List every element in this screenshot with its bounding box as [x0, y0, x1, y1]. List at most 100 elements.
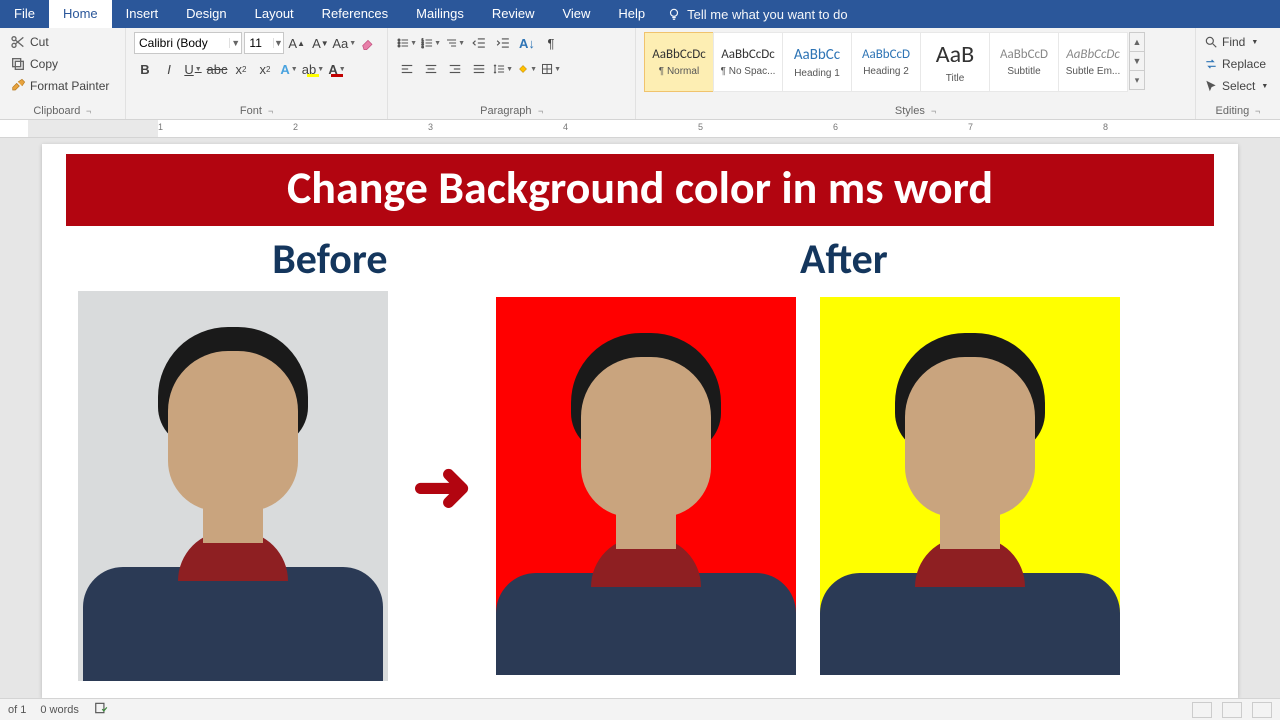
bulb-icon: [667, 7, 681, 21]
italic-button[interactable]: I: [158, 58, 180, 80]
tab-review[interactable]: Review: [478, 0, 549, 28]
change-case-button[interactable]: Aa▼: [333, 32, 355, 54]
spellcheck-icon[interactable]: [93, 701, 109, 718]
chevron-down-icon[interactable]: ▼: [229, 38, 241, 48]
tab-view[interactable]: View: [548, 0, 604, 28]
decrease-indent-button[interactable]: [468, 32, 490, 54]
shrink-font-button[interactable]: A▼: [310, 32, 332, 54]
styles-group-label: Styles: [644, 105, 1187, 119]
style-subtitle[interactable]: AaBbCcDSubtitle: [989, 32, 1059, 92]
style-gallery[interactable]: AaBbCcDc¶ NormalAaBbCcDc¶ No Spac...AaBb…: [644, 32, 1187, 92]
text-effects-button[interactable]: A▼: [278, 58, 300, 80]
read-mode-button[interactable]: [1192, 702, 1212, 718]
align-left-icon: [400, 62, 414, 76]
cut-label: Cut: [30, 35, 49, 49]
group-font: ▼ ▼ A▲ A▼ Aa▼ B I U▼ abc x2 x2: [126, 28, 388, 119]
chevron-down-icon[interactable]: ▼: [273, 38, 283, 48]
status-bar: of 1 0 words: [0, 698, 1280, 720]
borders-button[interactable]: ▼: [540, 58, 562, 80]
cut-button[interactable]: Cut: [8, 32, 111, 52]
ribbon-tabs: File Home Insert Design Layout Reference…: [0, 0, 1280, 28]
replace-icon: [1204, 57, 1218, 71]
align-left-button[interactable]: [396, 58, 418, 80]
sort-button[interactable]: A↓: [516, 32, 538, 54]
font-size-combo[interactable]: ▼: [244, 32, 283, 54]
tab-mailings[interactable]: Mailings: [402, 0, 478, 28]
align-right-button[interactable]: [444, 58, 466, 80]
bullets-button[interactable]: ▼: [396, 32, 418, 54]
style-heading-1[interactable]: AaBbCcHeading 1: [782, 32, 852, 92]
horizontal-ruler[interactable]: 12345678: [0, 120, 1280, 138]
print-layout-button[interactable]: [1222, 702, 1242, 718]
font-group-label: Font: [134, 105, 379, 119]
bold-button[interactable]: B: [134, 58, 156, 80]
image-after-yellow[interactable]: [820, 297, 1120, 675]
underline-button[interactable]: U▼: [182, 58, 204, 80]
align-center-button[interactable]: [420, 58, 442, 80]
tab-home[interactable]: Home: [49, 0, 112, 28]
font-color-button[interactable]: A▼: [326, 58, 348, 80]
increase-indent-button[interactable]: [492, 32, 514, 54]
font-size-input[interactable]: [245, 36, 273, 50]
arrow-icon: ➜: [412, 444, 472, 528]
style-scroll-btn[interactable]: ▲: [1129, 32, 1145, 52]
image-after-red[interactable]: [496, 297, 796, 675]
tab-insert[interactable]: Insert: [112, 0, 173, 28]
style-scroll-btn[interactable]: ▼: [1129, 51, 1145, 71]
title-banner: Change Background color in ms word: [66, 154, 1214, 226]
editing-group-label: Editing: [1204, 105, 1272, 119]
line-spacing-icon: [493, 62, 505, 76]
select-button[interactable]: Select▼: [1204, 76, 1272, 96]
ribbon: Cut Copy Format Painter Clipboard ▼: [0, 28, 1280, 120]
highlight-button[interactable]: ab▼: [302, 58, 324, 80]
copy-button[interactable]: Copy: [8, 54, 111, 74]
superscript-button[interactable]: x2: [254, 58, 276, 80]
font-name-combo[interactable]: ▼: [134, 32, 242, 54]
image-before[interactable]: [78, 291, 388, 681]
style-scroll-btn[interactable]: ▾: [1129, 70, 1145, 90]
group-clipboard: Cut Copy Format Painter Clipboard: [0, 28, 126, 119]
group-paragraph: ▼ 123▼ ▼ A↓ ¶ ▼ ▼ ▼ Paragraph: [388, 28, 636, 119]
format-painter-button[interactable]: Format Painter: [8, 76, 111, 96]
numbering-button[interactable]: 123▼: [420, 32, 442, 54]
style---normal[interactable]: AaBbCcDc¶ Normal: [644, 32, 714, 92]
align-center-icon: [424, 62, 438, 76]
replace-button[interactable]: Replace: [1204, 54, 1272, 74]
copy-label: Copy: [30, 57, 58, 71]
document-area[interactable]: Change Background color in ms word Befor…: [0, 138, 1280, 698]
justify-icon: [472, 62, 486, 76]
select-label: Select: [1222, 79, 1255, 93]
subscript-button[interactable]: x2: [230, 58, 252, 80]
justify-button[interactable]: [468, 58, 490, 80]
bullets-icon: [397, 36, 409, 50]
scissors-icon: [10, 34, 26, 50]
tab-file[interactable]: File: [0, 0, 49, 28]
clear-formatting-button[interactable]: [357, 32, 379, 54]
style---no-spac---[interactable]: AaBbCcDc¶ No Spac...: [713, 32, 783, 92]
paragraph-group-label: Paragraph: [396, 105, 627, 119]
multilevel-list-button[interactable]: ▼: [444, 32, 466, 54]
page-indicator[interactable]: of 1: [8, 704, 26, 716]
grow-font-button[interactable]: A▲: [286, 32, 308, 54]
web-layout-button[interactable]: [1252, 702, 1272, 718]
tab-design[interactable]: Design: [172, 0, 240, 28]
copy-icon: [10, 56, 26, 72]
tab-references[interactable]: References: [308, 0, 402, 28]
word-count[interactable]: 0 words: [40, 704, 79, 716]
style-title[interactable]: AaBTitle: [920, 32, 990, 92]
find-button[interactable]: Find▼: [1204, 32, 1272, 52]
style-subtle-em---[interactable]: AaBbCcDcSubtle Em...: [1058, 32, 1128, 92]
group-styles: AaBbCcDc¶ NormalAaBbCcDc¶ No Spac...AaBb…: [636, 28, 1196, 119]
indent-icon: [496, 36, 510, 50]
bucket-icon: [517, 62, 529, 76]
tell-me-search[interactable]: Tell me what you want to do: [667, 7, 847, 22]
style-heading-2[interactable]: AaBbCcDHeading 2: [851, 32, 921, 92]
strikethrough-button[interactable]: abc: [206, 58, 228, 80]
tab-help[interactable]: Help: [604, 0, 659, 28]
line-spacing-button[interactable]: ▼: [492, 58, 514, 80]
tab-layout[interactable]: Layout: [241, 0, 308, 28]
show-marks-button[interactable]: ¶: [540, 32, 562, 54]
outdent-icon: [472, 36, 486, 50]
font-name-input[interactable]: [135, 36, 229, 50]
shading-button[interactable]: ▼: [516, 58, 538, 80]
